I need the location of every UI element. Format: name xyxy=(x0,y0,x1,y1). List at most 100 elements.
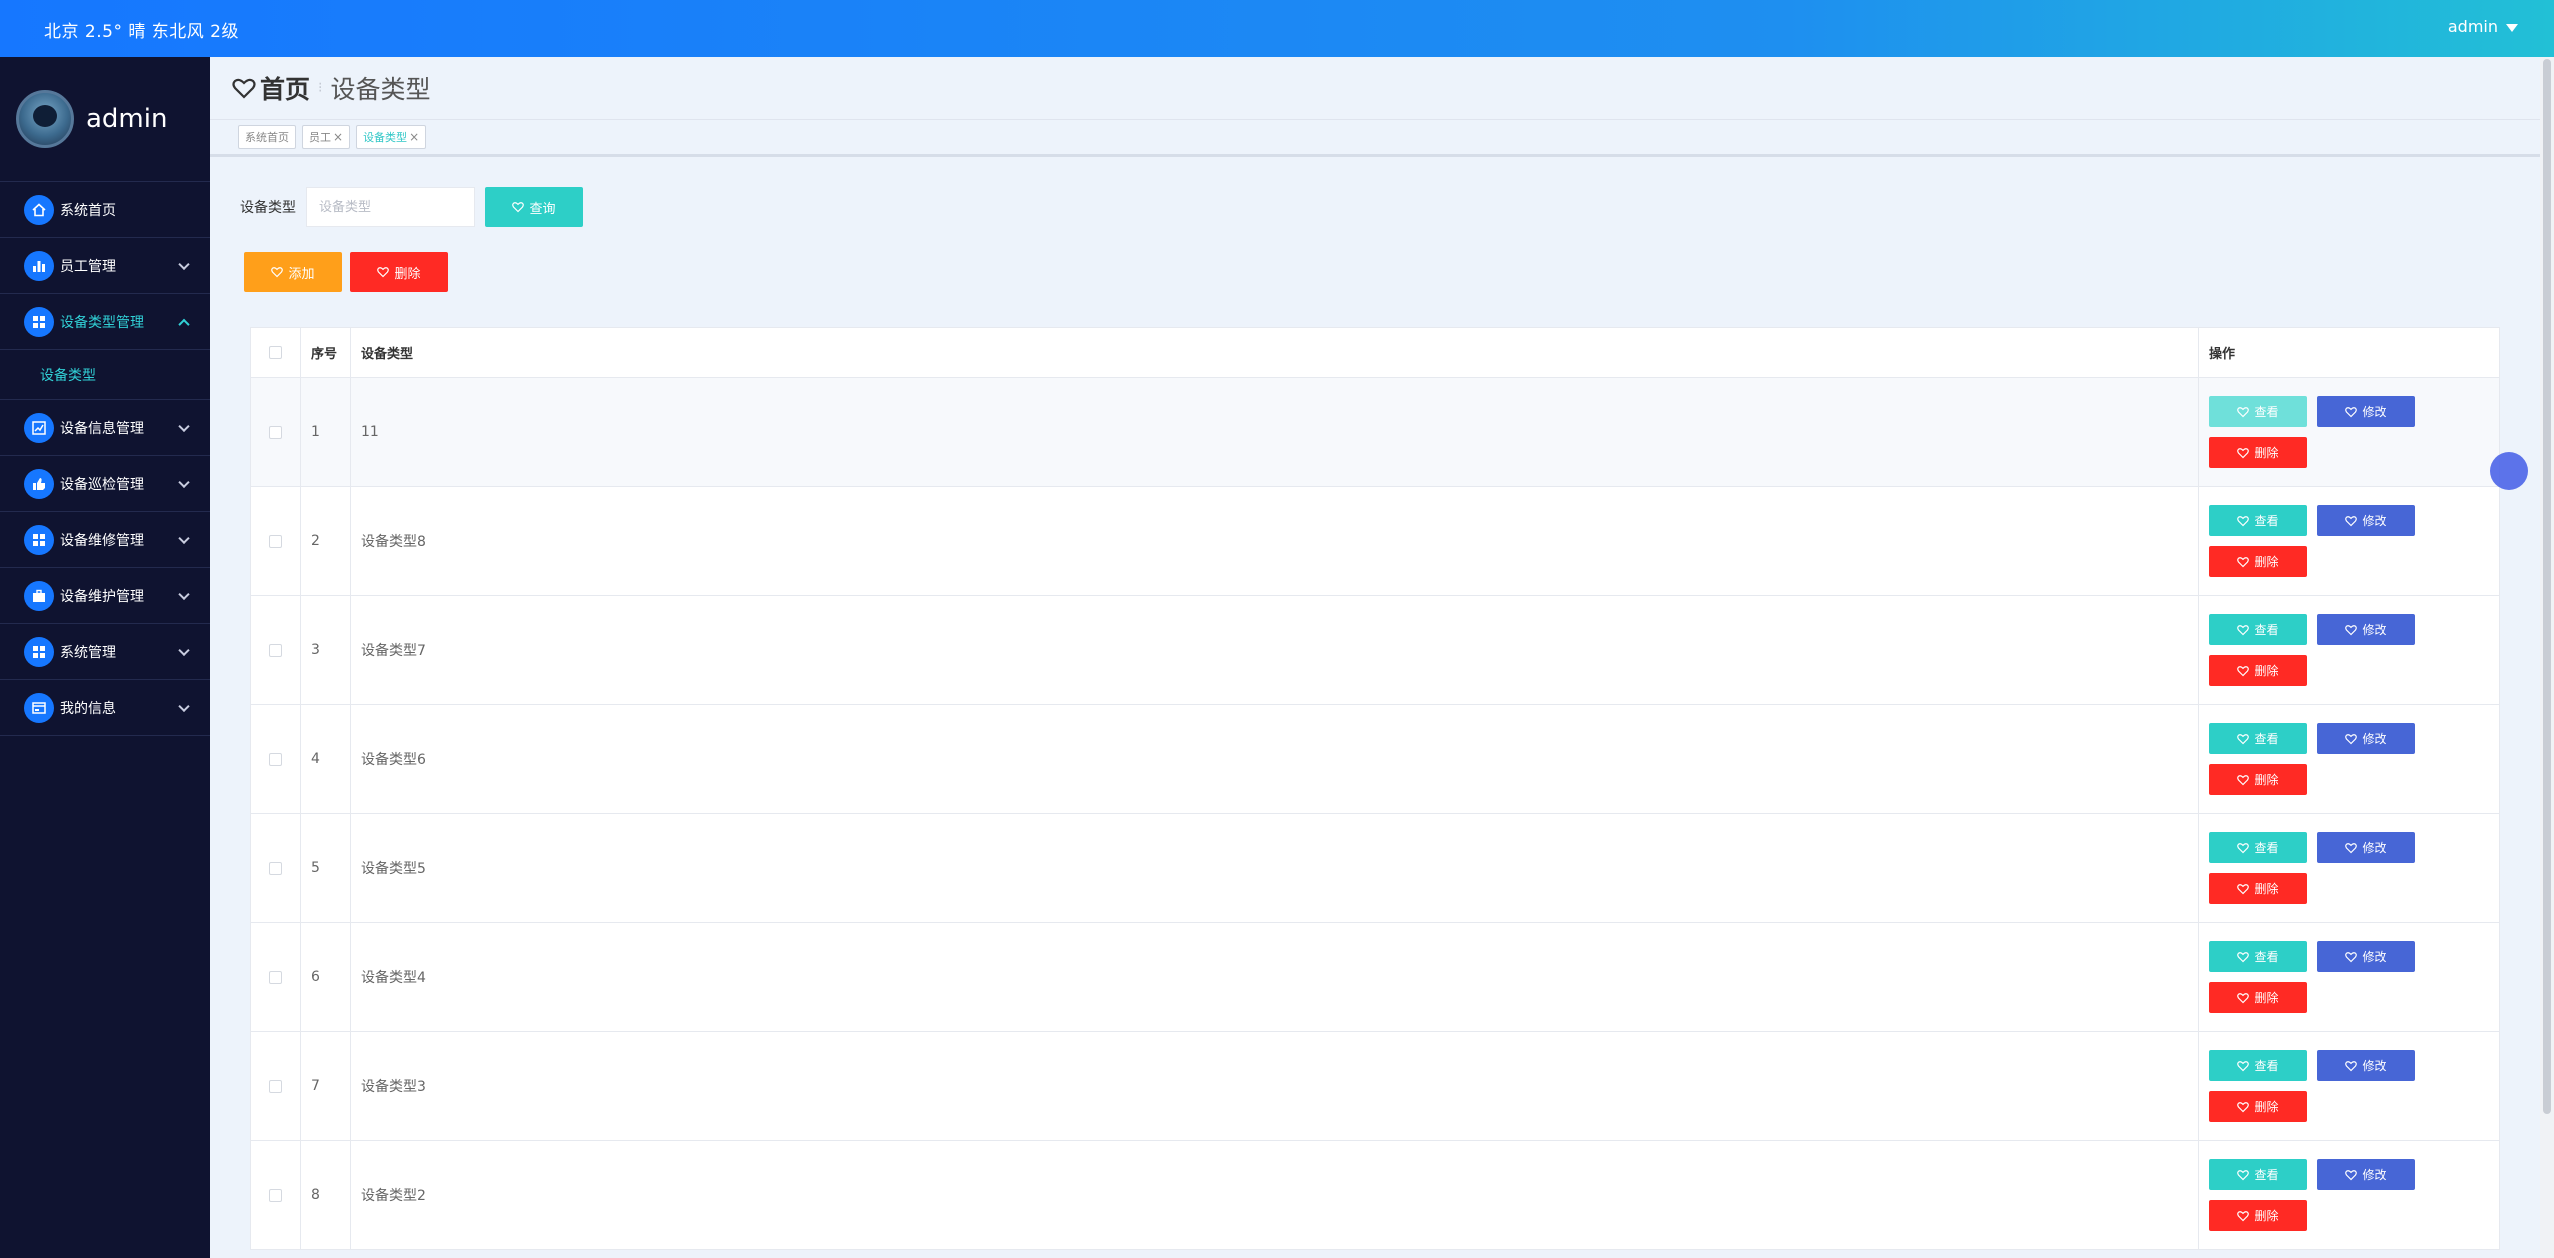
row-checkbox[interactable] xyxy=(269,861,282,875)
heart-icon xyxy=(512,202,525,213)
view-button[interactable]: 查看 xyxy=(2209,723,2307,754)
chevron-down-icon xyxy=(178,700,190,712)
view-button[interactable]: 查看 xyxy=(2209,1050,2307,1081)
edit-button[interactable]: 修改 xyxy=(2317,832,2415,863)
row-checkbox[interactable] xyxy=(269,970,282,984)
row-actions-top: 查看 修改 xyxy=(2209,1050,2415,1081)
header-type: 设备类型 xyxy=(351,328,2199,377)
delete-label: 删除 xyxy=(2254,882,2279,896)
tab-employee[interactable]: 员工 × xyxy=(302,125,351,149)
row-checkbox[interactable] xyxy=(269,1188,282,1202)
sidebar: admin 系统首页 员工管理 设备类型管理 设备类型 设备信息管理 设备巡检管… xyxy=(0,57,210,1258)
sidebar-item-inspection[interactable]: 设备巡检管理 xyxy=(0,456,210,512)
sidebar-item-maintenance[interactable]: 设备维护管理 xyxy=(0,568,210,624)
sidebar-item-system[interactable]: 系统管理 xyxy=(0,624,210,680)
mouse-cursor xyxy=(2490,452,2528,490)
user-menu[interactable]: admin xyxy=(2448,17,2518,36)
row-device-type: 设备类型3 xyxy=(351,1032,2199,1140)
edit-button[interactable]: 修改 xyxy=(2317,505,2415,536)
chevron-down-icon xyxy=(178,588,190,600)
scrollbar-thumb[interactable] xyxy=(2543,59,2551,1114)
table-row: 8 设备类型2 查看 修改 删除 xyxy=(251,1141,2500,1250)
header-checkbox-cell xyxy=(251,328,301,377)
sidebar-item-my-info[interactable]: 我的信息 xyxy=(0,680,210,736)
sidebar-item-label: 设备巡检管理 xyxy=(60,476,144,493)
delete-button[interactable]: 删除 xyxy=(2209,1200,2307,1231)
heart-icon xyxy=(2237,624,2250,635)
view-button[interactable]: 查看 xyxy=(2209,941,2307,972)
edit-button[interactable]: 修改 xyxy=(2317,396,2415,427)
view-button[interactable]: 查看 xyxy=(2209,396,2307,427)
tab-home[interactable]: 系统首页 xyxy=(238,125,296,149)
row-checkbox[interactable] xyxy=(269,752,282,766)
heart-icon xyxy=(2237,774,2250,785)
edit-button[interactable]: 修改 xyxy=(2317,1159,2415,1190)
edit-button[interactable]: 修改 xyxy=(2317,941,2415,972)
sidebar-item-home[interactable]: 系统首页 xyxy=(0,182,210,238)
delete-button[interactable]: 删除 xyxy=(2209,546,2307,577)
delete-button[interactable]: 删除 xyxy=(2209,437,2307,468)
row-checkbox-cell xyxy=(251,1032,301,1140)
grid-icon xyxy=(24,306,54,337)
heart-icon xyxy=(2237,406,2250,417)
brand-name: admin xyxy=(86,104,168,134)
delete-label: 删除 xyxy=(2254,1209,2279,1223)
sidebar-item-employees[interactable]: 员工管理 xyxy=(0,238,210,294)
view-button[interactable]: 查看 xyxy=(2209,1159,2307,1190)
sidebar-item-repair[interactable]: 设备维修管理 xyxy=(0,512,210,568)
view-button[interactable]: 查看 xyxy=(2209,505,2307,536)
edit-button[interactable]: 修改 xyxy=(2317,614,2415,645)
row-actions: 查看 修改删除 xyxy=(2199,814,2500,922)
sidebar-subitem-device-type[interactable]: 设备类型 xyxy=(0,350,210,400)
row-checkbox[interactable] xyxy=(269,425,282,439)
row-checkbox[interactable] xyxy=(269,1079,282,1093)
breadcrumb-home[interactable]: 首页 xyxy=(232,70,310,106)
row-actions-top: 查看 修改 xyxy=(2209,941,2415,972)
add-button[interactable]: 添加 xyxy=(244,252,342,292)
close-icon[interactable]: × xyxy=(333,130,343,144)
row-actions-bottom: 删除 xyxy=(2209,982,2307,1013)
delete-button[interactable]: 删除 xyxy=(2209,655,2307,686)
edit-button[interactable]: 修改 xyxy=(2317,723,2415,754)
delete-button[interactable]: 删除 xyxy=(2209,764,2307,795)
heart-icon xyxy=(2237,1060,2250,1071)
delete-button[interactable]: 删除 xyxy=(2209,982,2307,1013)
edit-label: 修改 xyxy=(2362,950,2387,964)
tab-bar: 系统首页 员工 × 设备类型 × xyxy=(210,119,2540,157)
query-button[interactable]: 查询 xyxy=(485,187,583,227)
heart-icon xyxy=(2237,556,2250,567)
edit-button[interactable]: 修改 xyxy=(2317,1050,2415,1081)
search-bar: 设备类型 查询 xyxy=(240,187,583,227)
sidebar-item-device-type-mgmt[interactable]: 设备类型管理 xyxy=(0,294,210,350)
row-actions-bottom: 删除 xyxy=(2209,873,2307,904)
close-icon[interactable]: × xyxy=(409,130,419,144)
scrollbar[interactable] xyxy=(2540,57,2554,1258)
tab-device-type[interactable]: 设备类型 × xyxy=(356,125,427,149)
table-row: 3 设备类型7 查看 修改 删除 xyxy=(251,596,2500,705)
breadcrumb-current: 设备类型 xyxy=(330,75,431,104)
heart-icon xyxy=(2237,992,2250,1003)
select-all-checkbox[interactable] xyxy=(269,346,282,359)
row-device-type: 设备类型8 xyxy=(351,487,2199,595)
grid-icon xyxy=(24,636,54,667)
row-no: 2 xyxy=(301,487,351,595)
row-device-type: 设备类型4 xyxy=(351,923,2199,1031)
device-type-search-input[interactable] xyxy=(306,187,475,227)
edit-label: 修改 xyxy=(2362,732,2387,746)
batch-delete-button[interactable]: 删除 xyxy=(350,252,448,292)
query-button-label: 查询 xyxy=(529,201,556,217)
row-actions: 查看 修改 删除 xyxy=(2199,1032,2500,1140)
view-label: 查看 xyxy=(2254,623,2279,637)
view-button[interactable]: 查看 xyxy=(2209,614,2307,645)
delete-button[interactable]: 删除 xyxy=(2209,1091,2307,1122)
row-device-type: 设备类型5 xyxy=(351,814,2199,922)
view-button[interactable]: 查看 xyxy=(2209,832,2307,863)
sidebar-item-device-info[interactable]: 设备信息管理 xyxy=(0,400,210,456)
delete-button[interactable]: 删除 xyxy=(2209,873,2307,904)
view-label: 查看 xyxy=(2254,405,2279,419)
row-actions-bottom: 删除 xyxy=(2209,437,2307,468)
row-checkbox[interactable] xyxy=(269,643,282,657)
delete-label: 删除 xyxy=(2254,555,2279,569)
row-checkbox[interactable] xyxy=(269,534,282,548)
view-label: 查看 xyxy=(2254,732,2279,746)
